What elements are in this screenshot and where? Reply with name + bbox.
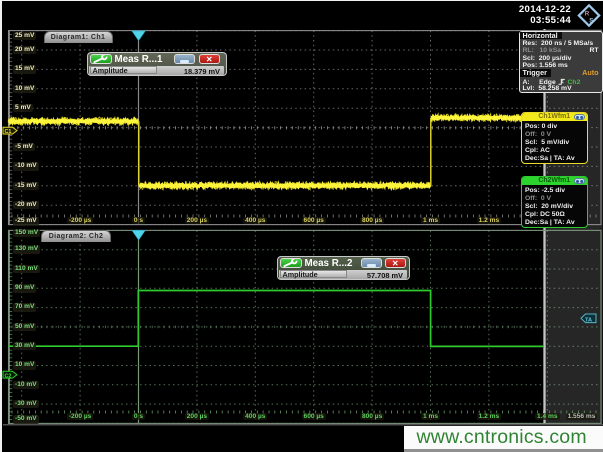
svg-text:R: R — [585, 10, 590, 17]
svg-text:S: S — [589, 17, 593, 24]
svg-text:TA: TA — [585, 318, 592, 324]
svg-text:C1: C1 — [5, 129, 12, 135]
svg-text:C2: C2 — [5, 373, 12, 379]
